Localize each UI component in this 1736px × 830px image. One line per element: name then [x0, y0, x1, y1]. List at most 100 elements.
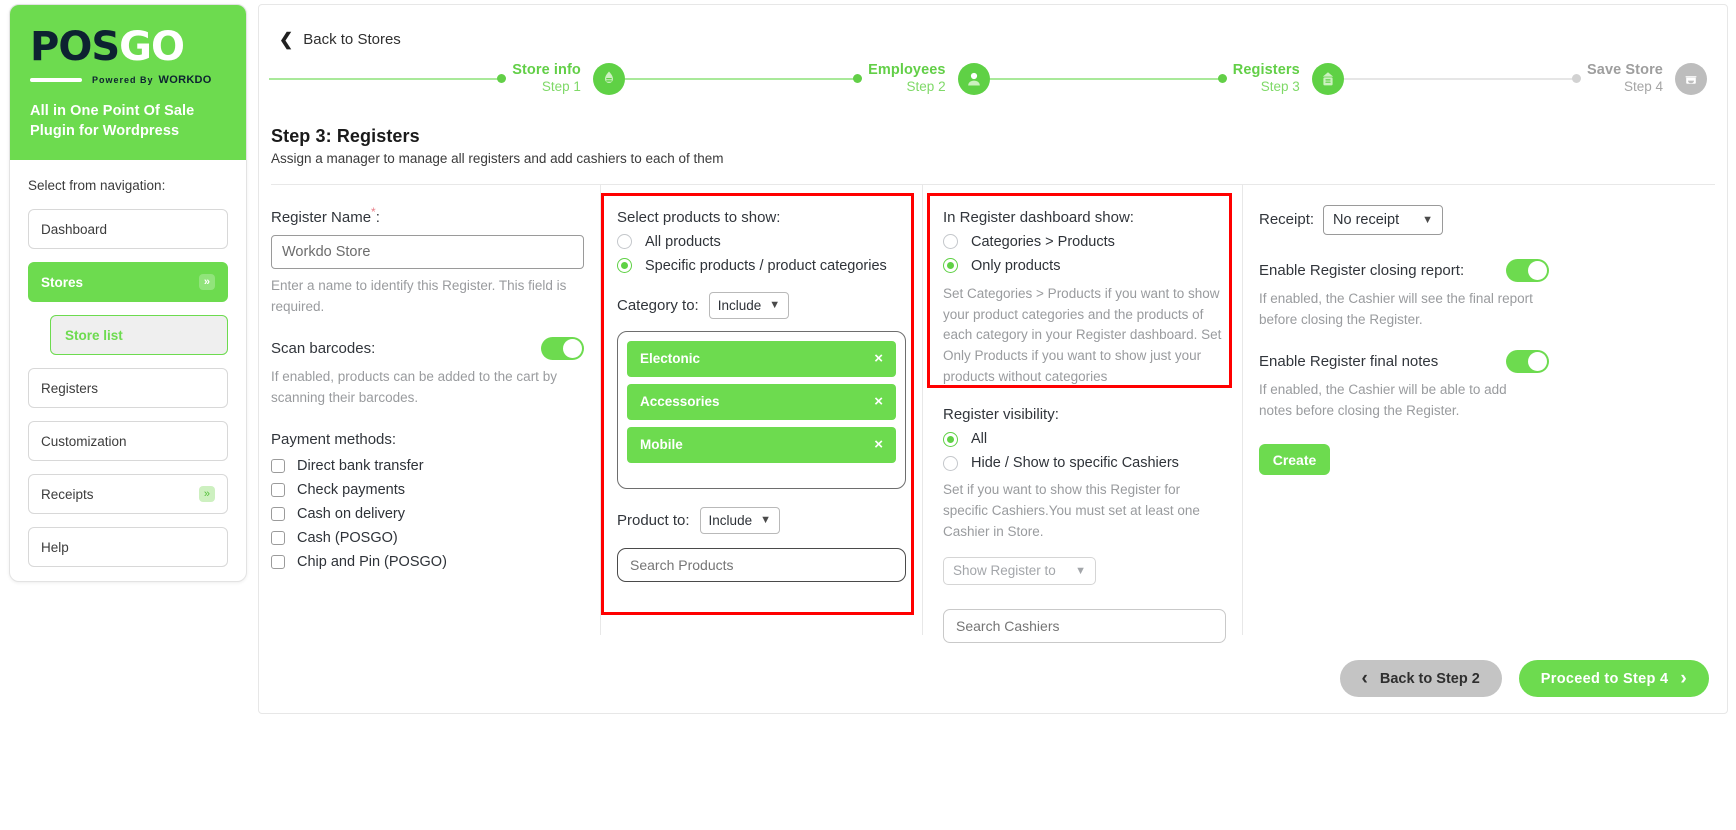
radio-visibility-all[interactable] [943, 431, 958, 447]
checkbox-cash-on-delivery[interactable] [271, 507, 285, 522]
logo: POS GO [30, 27, 226, 67]
radio-row-all-products[interactable]: All products [617, 234, 906, 250]
closing-report-toggle[interactable] [1506, 258, 1549, 282]
step-3-registers[interactable]: Registers Step 3 [1233, 62, 1344, 96]
radio-visibility-specific-cashiers[interactable] [943, 455, 958, 471]
closing-report-row: Enable Register closing report: [1259, 258, 1549, 282]
radio-label: Hide / Show to specific Cashiers [971, 455, 1179, 472]
checkbox-label: Cash on delivery [297, 506, 405, 523]
step-1-labels: Store info Step 1 [512, 62, 581, 96]
category-tag-mobile[interactable]: Mobile × [627, 426, 896, 463]
product-to-select[interactable]: Include ▼ [699, 506, 780, 534]
proceed-to-step-4-button[interactable]: Proceed to Step 4 › [1518, 660, 1709, 697]
column-receipt-settings: Receipt: No receipt ▼ Enable Register cl… [1243, 185, 1693, 635]
close-icon[interactable]: × [874, 436, 883, 453]
checkbox-row[interactable]: Direct bank transfer [271, 458, 584, 474]
chevron-down-icon: ▼ [1075, 564, 1086, 577]
receipt-select[interactable]: No receipt ▼ [1323, 204, 1444, 235]
radio-label: Categories > Products [971, 233, 1115, 250]
sidebar-item-stores[interactable]: Stores » [28, 262, 228, 302]
step-connector-2 [624, 74, 863, 84]
toggle-knob [1528, 352, 1547, 372]
register-name-hint: Enter a name to identify this Register. … [271, 277, 567, 314]
radio-only-products[interactable] [943, 258, 958, 274]
checkbox-direct-bank-transfer[interactable] [271, 459, 285, 474]
checkbox-row[interactable]: Cash (POSGO) [271, 530, 584, 546]
step-1-store-info[interactable]: Store info Step 1 [512, 62, 625, 96]
radio-row-specific-products[interactable]: Specific products / product categories [617, 258, 906, 274]
back-button-label: Back to Step 2 [1379, 670, 1480, 687]
sidebar-item-receipts[interactable]: Receipts » [28, 474, 228, 514]
checkbox-chip-and-pin-posgo[interactable] [271, 555, 285, 570]
radio-all-products[interactable] [617, 234, 632, 250]
chevron-right-icon: › [1680, 667, 1687, 689]
category-tag-accessories[interactable]: Accessories × [627, 383, 896, 420]
product-to-label: Product to: [617, 511, 690, 529]
sidebar-item-store-list[interactable]: Store list [50, 315, 228, 355]
close-icon[interactable]: × [874, 393, 883, 410]
closing-report-label: Enable Register closing report: [1259, 261, 1465, 279]
radio-categories-products[interactable] [943, 234, 958, 250]
back-to-step-2-button[interactable]: ‹ Back to Step 2 [1339, 660, 1502, 697]
logo-powered-row: Powered By WORKDO [30, 74, 226, 86]
checkbox-label: Cash (POSGO) [297, 530, 398, 547]
logo-powered-text: Powered By [92, 75, 154, 85]
step-3-num: Step 3 [1260, 79, 1300, 95]
step-1-num: Step 1 [541, 79, 581, 95]
proceed-button-label: Proceed to Step 4 [1540, 670, 1669, 687]
sidebar-item-registers[interactable]: Registers [28, 368, 228, 408]
sidebar-item-dashboard[interactable]: Dashboard [28, 209, 228, 249]
checkbox-cash-posgo[interactable] [271, 531, 285, 546]
radio-row-visibility-specific[interactable]: Hide / Show to specific Cashiers [943, 455, 1226, 471]
chevron-down-icon: ▼ [769, 299, 781, 312]
step-1-name: Store info [512, 62, 581, 78]
chevron-down-icon: ▼ [760, 514, 771, 527]
checkbox-row[interactable]: Cash on delivery [271, 506, 584, 522]
scan-barcodes-toggle[interactable] [541, 337, 584, 361]
search-cashiers-input[interactable] [943, 608, 1226, 643]
radio-specific-products[interactable] [617, 258, 632, 274]
step-4-save-store[interactable]: Save Store Step 4 [1587, 62, 1707, 96]
step-4-name: Save Store [1587, 62, 1663, 78]
final-notes-row: Enable Register final notes [1259, 350, 1549, 374]
back-to-stores-link[interactable]: ❮ Back to Stores [259, 5, 401, 48]
category-to-select[interactable]: Include ▼ [708, 291, 790, 319]
employee-icon [957, 62, 990, 95]
checkbox-row[interactable]: Check payments [271, 482, 584, 498]
create-button[interactable]: Create [1259, 444, 1330, 476]
step-3-labels: Registers Step 3 [1233, 62, 1300, 96]
final-notes-toggle[interactable] [1506, 350, 1549, 374]
category-tag-electonic[interactable]: Electonic × [627, 340, 896, 377]
show-register-to-select[interactable]: Show Register to ▼ [943, 556, 1096, 585]
sidebar-item-customization[interactable]: Customization [28, 421, 228, 461]
close-icon[interactable]: × [874, 350, 883, 367]
checkbox-row[interactable]: Chip and Pin (POSGO) [271, 554, 584, 570]
search-products-input[interactable] [617, 547, 906, 582]
label-colon: : [375, 208, 380, 226]
sidebar-nav: Select from navigation: Dashboard Stores… [10, 160, 246, 581]
brand-tagline: All in One Point Of Sale Plugin for Word… [30, 103, 195, 139]
radio-row-visibility-all[interactable]: All [943, 431, 1226, 447]
form-columns: Register Name*: Enter a name to identify… [271, 184, 1715, 643]
step-2-employees[interactable]: Employees Step 2 [868, 62, 990, 96]
register-icon [1311, 62, 1344, 95]
radio-row-categories-products[interactable]: Categories > Products [943, 234, 1226, 250]
receipt-row: Receipt: No receipt ▼ [1259, 204, 1677, 235]
checkbox-label: Direct bank transfer [297, 458, 424, 475]
radio-row-only-products[interactable]: Only products [943, 258, 1226, 274]
chevron-down-icon: ▼ [1422, 213, 1434, 226]
radio-label: All [971, 431, 988, 448]
step-4-labels: Save Store Step 4 [1587, 62, 1663, 96]
sidebar-item-label: Registers [41, 380, 99, 396]
dashboard-show-hint: Set Categories > Products if you want to… [943, 285, 1222, 385]
checkbox-check-payments[interactable] [271, 483, 285, 498]
receipt-label: Receipt: [1259, 211, 1315, 229]
sidebar-item-help[interactable]: Help [28, 527, 228, 567]
radio-label: All products [645, 233, 721, 250]
step-2-name: Employees [868, 62, 946, 78]
register-name-input[interactable] [271, 234, 584, 269]
radio-label: Specific products / product categories [645, 257, 887, 274]
step-progress-bar: Store info Step 1 Employees Step 2 Regis… [269, 62, 1727, 96]
checkbox-label: Check payments [297, 482, 405, 499]
category-to-row: Category to: Include ▼ [617, 291, 906, 319]
